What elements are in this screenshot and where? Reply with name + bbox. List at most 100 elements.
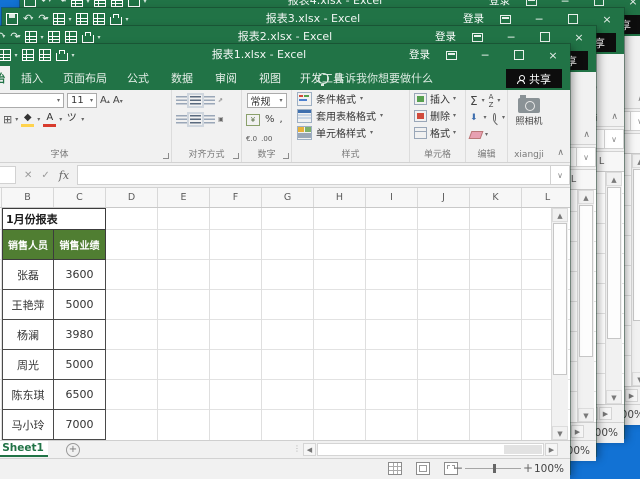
table-grid-icon[interactable] bbox=[22, 49, 34, 61]
table-grid-icon[interactable] bbox=[76, 13, 88, 25]
table-cell[interactable]: 5000 bbox=[54, 290, 106, 320]
column-header-J[interactable]: J bbox=[418, 188, 470, 207]
qat-customize-icon[interactable]: ▾ bbox=[125, 16, 128, 23]
share-button[interactable]: 共享 bbox=[506, 69, 562, 88]
dialog-launcher-icon[interactable] bbox=[233, 153, 239, 159]
qat-customize-icon[interactable]: ▾ bbox=[97, 34, 100, 41]
comma-icon[interactable]: , bbox=[280, 114, 283, 125]
view-page-layout-icon[interactable] bbox=[416, 462, 430, 475]
save-icon[interactable] bbox=[24, 0, 36, 7]
redo-icon[interactable]: ↷▾ bbox=[10, 31, 20, 43]
name-box[interactable] bbox=[0, 166, 16, 184]
column-header-L[interactable]: L bbox=[522, 188, 570, 207]
splitter-handle[interactable]: ⋮ bbox=[293, 444, 301, 453]
worksheet-grid[interactable]: 1月份报表 销售人员销售业绩 张磊3600王艳萍5000杨澜3980周光5000… bbox=[0, 208, 570, 440]
dialog-launcher-icon[interactable] bbox=[163, 153, 169, 159]
table-cell[interactable]: 5000 bbox=[54, 350, 106, 380]
autosum-icon[interactable]: Σ bbox=[470, 94, 478, 108]
table-cell[interactable]: 王艳萍 bbox=[2, 290, 54, 320]
camera-button[interactable]: 照相机 bbox=[508, 98, 550, 127]
sheet-tab[interactable]: Sheet1 bbox=[0, 441, 48, 457]
ribbon-tab-6[interactable]: 审阅 bbox=[204, 66, 248, 90]
horizontal-scrollbar[interactable]: ⋮ ◀ ▶ bbox=[303, 443, 540, 456]
dialog-launcher-icon[interactable] bbox=[283, 153, 289, 159]
tell-me-box[interactable]: 告诉我你想要做什么 bbox=[318, 66, 433, 90]
column-header-K[interactable]: K bbox=[470, 188, 522, 207]
orientation-icon[interactable]: ⇗ bbox=[218, 97, 223, 104]
fill-color-dropdown-icon[interactable]: ▾ bbox=[37, 116, 40, 123]
ribbon-tab-4[interactable]: 公式 bbox=[116, 66, 160, 90]
formula-expand-icon[interactable]: ∨ bbox=[550, 165, 570, 185]
scrollbar-thumb[interactable] bbox=[579, 205, 593, 357]
table-grid-icon[interactable] bbox=[39, 49, 51, 61]
add-sheet-icon[interactable]: + bbox=[66, 443, 80, 457]
decrease-decimal-icon[interactable]: .00 bbox=[261, 135, 272, 143]
table-cell[interactable]: 6500 bbox=[54, 380, 106, 410]
formula-expand-icon[interactable]: ∨ bbox=[576, 147, 596, 167]
formula-input[interactable] bbox=[77, 165, 550, 185]
delete-cells-button[interactable]: 删除▾ bbox=[410, 107, 465, 124]
scroll-down-icon[interactable]: ▼ bbox=[578, 408, 594, 422]
grow-font-icon[interactable]: A▴ bbox=[100, 95, 110, 106]
vertical-scrollbar[interactable]: ▲ ▼ bbox=[577, 190, 594, 422]
sign-in-button[interactable]: 登录 bbox=[409, 44, 430, 66]
scrollbar-thumb[interactable] bbox=[633, 169, 640, 321]
title-bar[interactable]: ↶▾ ↷▾ ▾ ▾ 报表1.xlsx - Excel 登录 ─ × bbox=[0, 44, 570, 66]
redo-icon[interactable]: ↷▾ bbox=[56, 0, 66, 7]
vertical-scrollbar[interactable]: ▲ ▼ bbox=[631, 154, 640, 386]
conditional-formatting-button[interactable]: 条件格式▾ bbox=[292, 90, 409, 107]
zoom-level[interactable]: 100% bbox=[534, 459, 564, 479]
align-right-icon[interactable] bbox=[204, 115, 215, 124]
align-top-icon[interactable] bbox=[176, 96, 187, 105]
align-bottom-icon[interactable] bbox=[204, 96, 215, 105]
ribbon-collapse-icon[interactable]: ∧ bbox=[611, 112, 618, 122]
format-as-table-button[interactable]: 套用表格格式▾ bbox=[292, 107, 409, 124]
borders-dropdown-icon[interactable]: ▾ bbox=[15, 116, 18, 123]
scroll-down-icon[interactable]: ▼ bbox=[606, 390, 622, 404]
font-name-select[interactable]: 等线▾ bbox=[0, 93, 64, 108]
printer-icon[interactable] bbox=[128, 0, 140, 7]
undo-icon[interactable]: ↶▾ bbox=[41, 0, 51, 7]
align-middle-icon[interactable] bbox=[190, 96, 201, 105]
column-header-E[interactable]: E bbox=[158, 188, 210, 207]
insert-cells-button[interactable]: 插入▾ bbox=[410, 90, 465, 107]
close-icon[interactable]: × bbox=[536, 44, 570, 66]
formula-enter-icon[interactable]: ✓ bbox=[41, 170, 49, 181]
undo-icon[interactable]: ↶▾ bbox=[0, 31, 5, 43]
scroll-up-icon[interactable]: ▲ bbox=[578, 190, 594, 204]
cell-styles-button[interactable]: 单元格样式▾ bbox=[292, 124, 409, 141]
ribbon-collapse-icon[interactable]: ∧ bbox=[557, 148, 564, 158]
scrollbar-thumb[interactable] bbox=[607, 187, 621, 339]
scrollbar-thumb[interactable] bbox=[553, 223, 567, 375]
scroll-down-icon[interactable]: ▼ bbox=[552, 426, 568, 440]
table-cell[interactable]: 7000 bbox=[54, 410, 106, 440]
scroll-right-icon[interactable]: ▶ bbox=[545, 443, 558, 456]
align-left-icon[interactable] bbox=[176, 115, 187, 124]
minimize-icon[interactable]: ─ bbox=[468, 44, 502, 66]
currency-icon[interactable]: ¥ bbox=[246, 114, 260, 126]
zoom-slider[interactable]: − + bbox=[453, 462, 533, 475]
ribbon-collapse-icon[interactable]: ∧ bbox=[583, 130, 590, 140]
formula-expand-icon[interactable]: ∨ bbox=[604, 129, 624, 149]
undo-icon[interactable]: ↶▾ bbox=[23, 13, 33, 25]
table-grid-icon[interactable] bbox=[0, 49, 11, 61]
formula-expand-icon[interactable]: ∨ bbox=[630, 111, 640, 131]
table-header-cell[interactable]: 销售业绩 bbox=[54, 230, 106, 260]
sort-filter-icon[interactable]: AZ bbox=[489, 93, 494, 109]
table-grid-icon[interactable] bbox=[93, 13, 105, 25]
ribbon-tab-7[interactable]: 视图 bbox=[248, 66, 292, 90]
redo-icon[interactable]: ↷▾ bbox=[38, 13, 48, 25]
column-header-D[interactable]: D bbox=[106, 188, 158, 207]
increase-decimal-icon[interactable]: €.0 bbox=[246, 135, 257, 143]
scroll-right-icon[interactable]: ▶ bbox=[599, 407, 612, 420]
ribbon-tab-5[interactable]: 数据 bbox=[160, 66, 204, 90]
column-header-F[interactable]: F bbox=[210, 188, 262, 207]
table-cell[interactable]: 3600 bbox=[54, 260, 106, 290]
ribbon-display-options-icon[interactable] bbox=[434, 44, 468, 66]
phonetic-guide-icon[interactable]: ツ bbox=[65, 114, 78, 125]
align-center-icon[interactable] bbox=[190, 115, 201, 124]
scroll-left-icon[interactable]: ◀ bbox=[303, 443, 316, 456]
table-cell[interactable]: 张磊 bbox=[2, 260, 54, 290]
font-color-dropdown-icon[interactable]: ▾ bbox=[59, 116, 62, 123]
vertical-scrollbar[interactable]: ▲ ▼ bbox=[605, 172, 622, 404]
